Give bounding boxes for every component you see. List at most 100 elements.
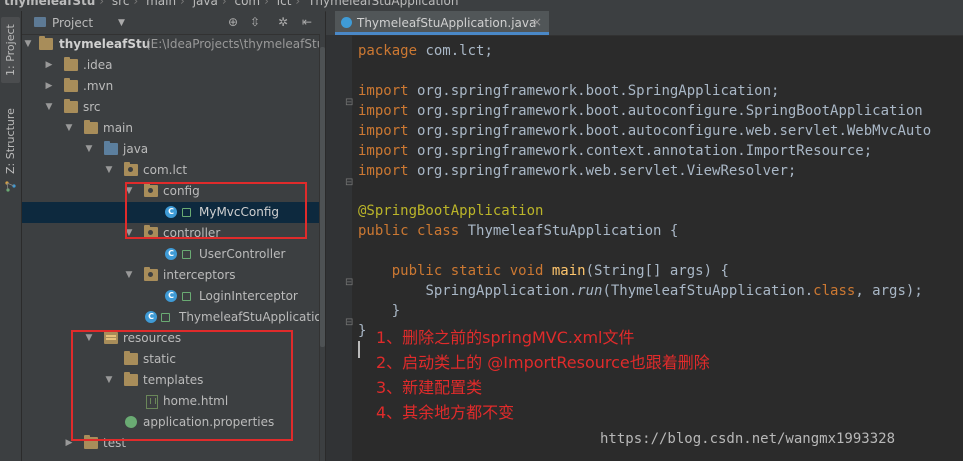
- tree-item[interactable]: ▼ controller: [22, 223, 325, 244]
- html-file-icon: [146, 395, 158, 409]
- locate-icon[interactable]: ⊕: [228, 15, 238, 29]
- project-panel: Project ▼ ⊕ ⇳ ✲ ⇤ ▼ thymeleafStu (E:\Ide…: [22, 11, 325, 461]
- annotation-note: 4、其余地方都不变: [376, 403, 515, 422]
- tree-item[interactable]: C LoginInterceptor: [22, 286, 325, 307]
- fold-icon[interactable]: ⊟: [345, 177, 353, 188]
- breadcrumb-item[interactable]: java: [193, 0, 218, 8]
- editor-tab-bar: ThymeleafStuApplication.java ×: [326, 11, 963, 36]
- tree-item-label: test: [103, 436, 127, 450]
- fold-icon[interactable]: ⊟: [345, 317, 353, 328]
- folder-icon: [84, 120, 98, 134]
- properties-file-icon: [125, 416, 137, 428]
- gear-icon[interactable]: ✲: [278, 15, 288, 29]
- chevron-down-icon[interactable]: ▼: [124, 270, 134, 280]
- tree-item-label: home.html: [163, 394, 229, 408]
- chevron-down-icon[interactable]: ▼: [84, 333, 94, 343]
- tree-item-label: config: [163, 184, 200, 198]
- tree-item-label: .mvn: [83, 79, 114, 93]
- fold-icon[interactable]: ⊟: [345, 97, 353, 108]
- tree-item[interactable]: ▼ com.lct: [22, 160, 325, 181]
- tree-item-path: (E:\IdeaProjects\thymeleafStu: [146, 37, 325, 51]
- breadcrumb-item[interactable]: src: [112, 0, 130, 8]
- breadcrumb-item[interactable]: main: [146, 0, 176, 8]
- tree-item[interactable]: ▼ config: [22, 181, 325, 202]
- chevron-right-icon[interactable]: ▶: [44, 60, 54, 70]
- chevron-down-icon[interactable]: ▼: [104, 375, 114, 385]
- chevron-right-icon[interactable]: ▶: [44, 81, 54, 91]
- tree-item[interactable]: ▶ .mvn: [22, 76, 325, 97]
- package-icon: [144, 267, 158, 281]
- package-icon: [124, 162, 138, 176]
- chevron-down-icon[interactable]: ▼: [124, 186, 134, 196]
- chevron-down-icon[interactable]: ▼: [64, 123, 74, 133]
- editor-tab-active[interactable]: ThymeleafStuApplication.java ×: [335, 11, 549, 35]
- breadcrumb-item[interactable]: ThymeleafStuApplication: [308, 0, 458, 8]
- chevron-down-icon[interactable]: ▼: [84, 144, 94, 154]
- tree-item[interactable]: ▼ java: [22, 139, 325, 160]
- tree-item[interactable]: ▼ thymeleafStu (E:\IdeaProjects\thymelea…: [22, 34, 325, 55]
- annotation-note: 3、新建配置类: [376, 378, 483, 397]
- chevron-down-icon[interactable]: ▼: [23, 39, 33, 49]
- chevron-right-icon[interactable]: ▶: [64, 438, 74, 448]
- tree-item-selected[interactable]: C MyMvcConfig: [22, 202, 325, 223]
- tree-item-label: src: [83, 100, 101, 114]
- project-scrollbar-thumb[interactable]: [320, 47, 325, 347]
- tree-item-label: MyMvcConfig: [199, 205, 280, 219]
- tree-item[interactable]: ▼ interceptors: [22, 265, 325, 286]
- collapse-icon[interactable]: ⇳: [250, 15, 260, 29]
- tree-item-label: com.lct: [143, 163, 188, 177]
- class-icon: [341, 17, 352, 28]
- tree-item[interactable]: ▼ templates: [22, 370, 325, 391]
- lock-icon: [182, 208, 191, 217]
- structure-tool-tab[interactable]: Z: Structure: [1, 108, 20, 174]
- close-icon[interactable]: ×: [532, 15, 542, 29]
- tree-item[interactable]: home.html: [22, 391, 325, 412]
- tree-item[interactable]: ▶ test: [22, 433, 325, 454]
- folder-icon: [84, 435, 98, 449]
- folder-icon: [64, 99, 78, 113]
- tree-item-label: LoginInterceptor: [199, 289, 298, 303]
- breadcrumb-item[interactable]: lct: [277, 0, 292, 8]
- hide-icon[interactable]: ⇤: [302, 15, 312, 29]
- code-line: public class ThymeleafStuApplication {: [358, 223, 679, 239]
- chevron-down-icon[interactable]: ▼: [104, 165, 114, 175]
- tree-item[interactable]: static: [22, 349, 325, 370]
- breadcrumb-item[interactable]: com: [234, 0, 260, 8]
- project-tool-tab[interactable]: 1: Project: [1, 17, 20, 83]
- source-folder-icon: [104, 141, 118, 155]
- package-icon: [144, 225, 158, 239]
- watermark: https://blog.csdn.net/wangmx1993328: [600, 431, 896, 447]
- folder-icon: [124, 372, 138, 386]
- tree-item-label: static: [143, 352, 176, 366]
- code-line: public static void main(String[] args) {: [391, 263, 729, 279]
- tree-item[interactable]: ▶ .idea: [22, 55, 325, 76]
- code-line: import org.springframework.boot.autoconf…: [358, 123, 932, 139]
- tree-item[interactable]: ▼ main: [22, 118, 325, 139]
- resources-folder-icon: [104, 330, 118, 344]
- tree-item[interactable]: ▼ resources: [22, 328, 325, 349]
- tree-item[interactable]: C UserController: [22, 244, 325, 265]
- tree-item-label: main: [103, 121, 133, 135]
- chevron-down-icon[interactable]: ▼: [124, 228, 134, 238]
- chevron-down-icon[interactable]: ▼: [118, 18, 125, 28]
- tree-item-label: controller: [163, 226, 221, 240]
- tree-item-label: ThymeleafStuApplicatio: [179, 310, 322, 324]
- tree-item-label: templates: [143, 373, 204, 387]
- class-icon: C: [165, 248, 177, 260]
- tree-item-label: interceptors: [163, 268, 236, 282]
- project-panel-title[interactable]: Project: [52, 16, 93, 30]
- breadcrumb-item[interactable]: thymeleafStu: [4, 0, 95, 8]
- class-icon: C: [165, 206, 177, 218]
- tree-item-label: resources: [123, 331, 182, 345]
- tree-item[interactable]: application.properties: [22, 412, 325, 433]
- chevron-down-icon[interactable]: ▼: [44, 102, 54, 112]
- annotation-note: 2、启动类上的 @ImportResource也跟着删除: [376, 353, 710, 372]
- structure-icon[interactable]: [5, 181, 16, 192]
- tree-item[interactable]: C ThymeleafStuApplicatio: [22, 307, 325, 328]
- tree-item-label: java: [123, 142, 149, 156]
- tree-item[interactable]: ▼ src: [22, 97, 325, 118]
- tree-item-label: thymeleafStu: [59, 37, 151, 51]
- module-folder-icon: [39, 36, 53, 50]
- code-line: }: [358, 323, 367, 339]
- fold-icon[interactable]: ⊟: [345, 277, 353, 288]
